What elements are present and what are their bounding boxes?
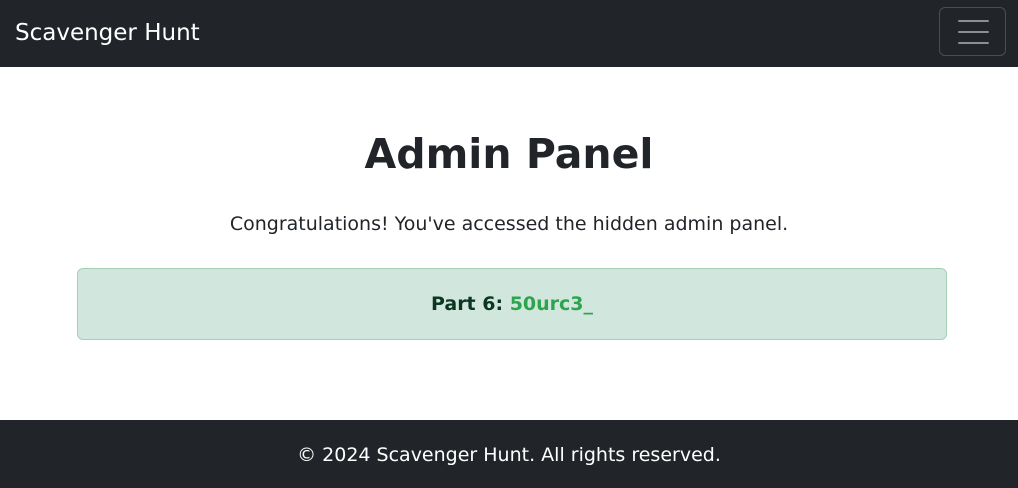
page-title: Admin Panel bbox=[364, 130, 654, 178]
part-code: 50urc3_ bbox=[509, 293, 594, 315]
navbar-toggler-button[interactable] bbox=[939, 7, 1006, 56]
brand-link[interactable]: Scavenger Hunt bbox=[15, 17, 200, 49]
footer-copyright: © 2024 Scavenger Hunt. All rights reserv… bbox=[297, 444, 721, 466]
hamburger-menu-icon bbox=[958, 19, 989, 44]
main-content: Admin Panel Congratulations! You've acce… bbox=[0, 67, 1018, 420]
navbar: Scavenger Hunt bbox=[0, 0, 1018, 67]
success-alert: Part 6: 50urc3_ bbox=[77, 268, 947, 340]
part-label: Part 6: bbox=[430, 293, 510, 315]
congratulations-message: Congratulations! You've accessed the hid… bbox=[229, 213, 789, 235]
footer: © 2024 Scavenger Hunt. All rights reserv… bbox=[0, 420, 1018, 488]
